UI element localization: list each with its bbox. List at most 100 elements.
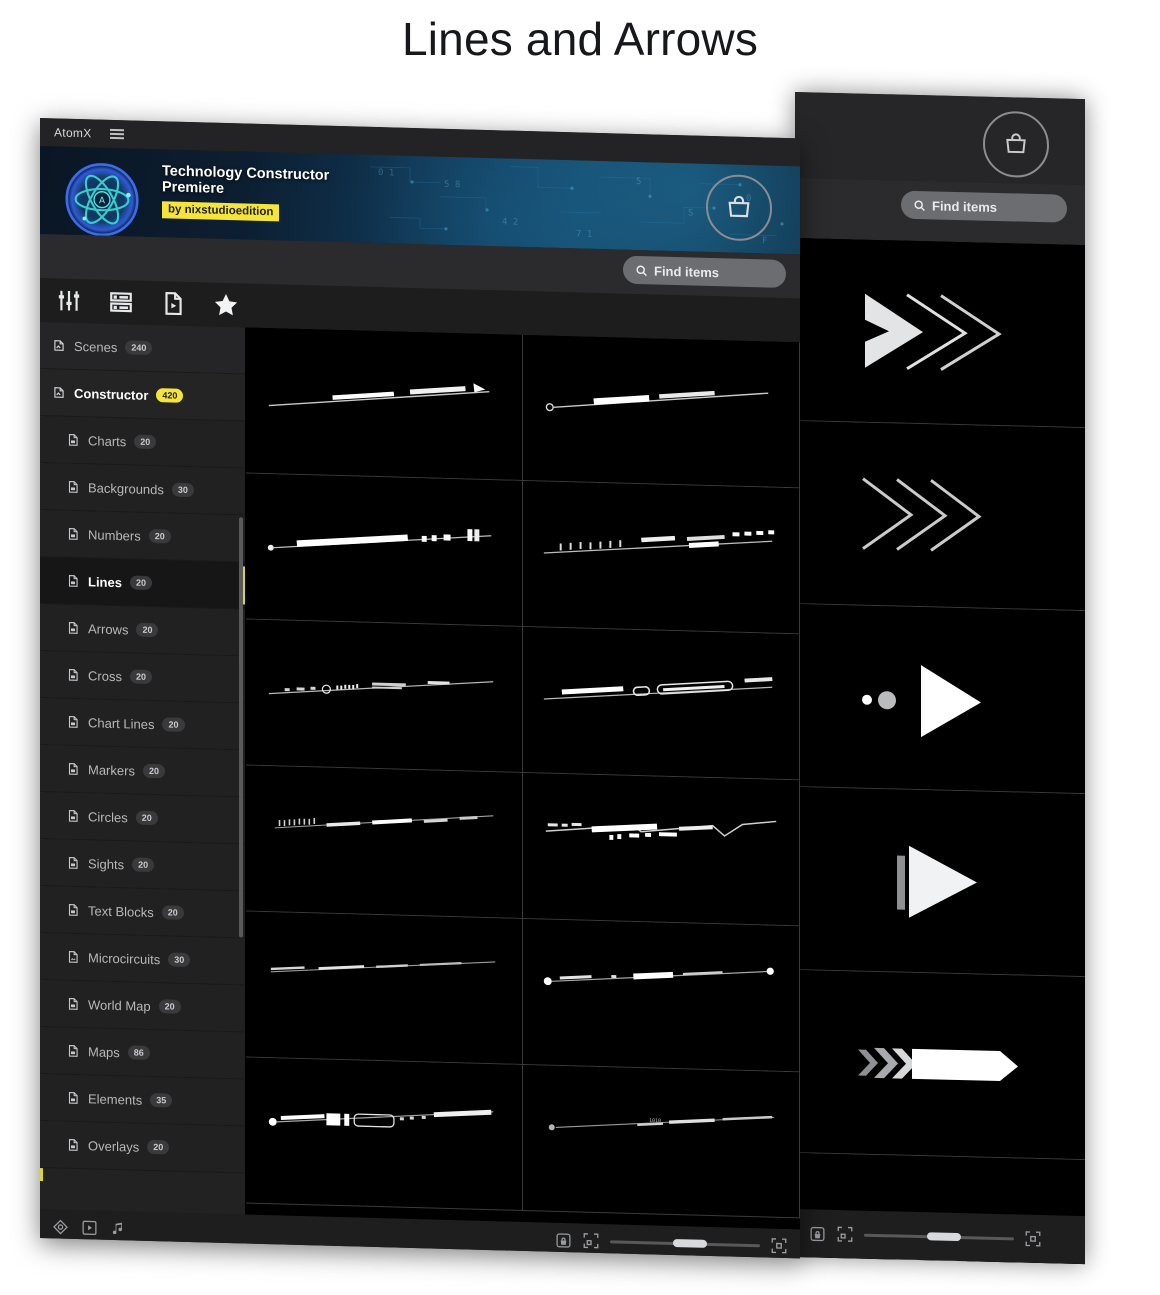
- sidebar-item-badge: 420: [156, 388, 184, 403]
- sidebar-item-label: Markers: [88, 761, 135, 779]
- grid-cell-line-preset-9[interactable]: [246, 911, 523, 1065]
- sidebar-item-backgrounds[interactable]: Backgrounds 30: [40, 463, 245, 516]
- svg-text:5: 5: [636, 177, 641, 187]
- shopping-bag-small-icon[interactable]: [809, 1225, 826, 1242]
- sidebar-item-elements[interactable]: Elements 35: [40, 1074, 245, 1127]
- star-icon[interactable]: [212, 291, 240, 320]
- sidebar-item-text-blocks[interactable]: Text Blocks 20: [40, 886, 245, 939]
- file-icon: [66, 997, 80, 1011]
- sidebar-item-label: Sights: [88, 855, 125, 872]
- music-note-icon[interactable]: [110, 1219, 127, 1236]
- grid-cell-line-preset-1[interactable]: [246, 327, 523, 481]
- thumbnail-line-hatch-left: [274, 815, 494, 829]
- thumbnail-size-slider[interactable]: [610, 1238, 760, 1248]
- layers-list-icon[interactable]: [108, 289, 134, 316]
- file-icon: [66, 715, 80, 729]
- sidebar-item-chart-lines[interactable]: Chart Lines 20: [40, 698, 245, 751]
- video-preview-icon[interactable]: [81, 1219, 98, 1236]
- sidebar-item-cross[interactable]: Cross 20: [40, 651, 245, 704]
- grid-cell-line-preset-3[interactable]: [246, 473, 523, 627]
- fit-frame-icon[interactable]: [836, 1225, 854, 1243]
- preview-cell-arrow-triple-outline-chevrons[interactable]: [795, 421, 1085, 612]
- sidebar-item-constructor[interactable]: Constructor 420: [40, 369, 245, 422]
- sidebar-item-arrows[interactable]: Arrows 20: [40, 604, 245, 657]
- sidebar-item-label: Numbers: [88, 526, 141, 544]
- file-icon: [66, 856, 80, 870]
- grid-cell-line-preset-4[interactable]: [523, 480, 800, 635]
- grid-cell-line-preset-10[interactable]: [523, 918, 800, 1073]
- fit-frame-icon[interactable]: [582, 1232, 600, 1250]
- expand-frame-icon[interactable]: [1024, 1230, 1042, 1248]
- sidebar-item-badge: 20: [142, 763, 165, 779]
- file-icon: [66, 762, 80, 776]
- preview-cell-arrow-feather-band[interactable]: [795, 970, 1085, 1161]
- sidebar-item-microcircuits[interactable]: Microcircuits 30: [40, 933, 245, 986]
- sidebar-item-charts[interactable]: Charts 20: [40, 416, 245, 469]
- preview-cell-arrow-play-dots[interactable]: [795, 604, 1085, 795]
- slider-knob[interactable]: [927, 1231, 961, 1241]
- shopping-bag-small-icon[interactable]: [555, 1231, 572, 1248]
- banner-text-block: Technology Constructor Premiere by nixst…: [162, 163, 372, 224]
- svg-text:S: S: [688, 208, 693, 218]
- file-icon: [66, 1044, 80, 1058]
- sidebar-item-label: Microcircuits: [88, 949, 161, 967]
- file-icon: [66, 574, 80, 588]
- grid-cell-line-preset-5[interactable]: [246, 619, 523, 773]
- sidebar-item-markers[interactable]: Markers 20: [40, 745, 245, 798]
- sidebar-item-world-map[interactable]: World Map 20: [40, 980, 245, 1033]
- sidebar-item-label: Cross: [88, 667, 122, 684]
- preview-grid: [795, 238, 1085, 1265]
- thumbnail-line-sparse: 1010: [548, 1115, 775, 1131]
- thumbnail-line-thick-blocks: [267, 529, 492, 551]
- file-icon: [66, 1138, 80, 1152]
- grid-cell-line-preset-7[interactable]: [246, 765, 523, 919]
- grid-cell-line-preset-6[interactable]: [523, 626, 800, 781]
- grid-cell-line-preset-12[interactable]: 1010: [523, 1064, 800, 1219]
- shopping-bag-icon[interactable]: [706, 173, 772, 242]
- svg-text:A: A: [99, 196, 105, 206]
- thumbnail-line-taper-tip: [268, 383, 490, 407]
- arrows-preview-panel: Find items: [795, 92, 1085, 1265]
- app-body: Scenes 240 Constructor 420 Charts 20 Backgr…: [40, 322, 800, 1230]
- sidebar-item-numbers[interactable]: Numbers 20: [40, 510, 245, 563]
- preview-panel-titlebar: [795, 92, 1085, 186]
- sidebar-item-badge: 35: [150, 1092, 173, 1108]
- svg-text:5 8: 5 8: [444, 180, 460, 190]
- category-sidebar: Scenes 240 Constructor 420 Charts 20 Backgr…: [40, 322, 246, 1215]
- sidebar-item-badge: 20: [162, 717, 185, 732]
- file-icon: [66, 1091, 80, 1105]
- search-input[interactable]: Find items: [901, 190, 1067, 223]
- svg-text:0 1: 0 1: [378, 168, 394, 178]
- sliders-icon[interactable]: [56, 287, 82, 314]
- thumbnail-line-thin-segments: [270, 961, 496, 973]
- grid-cell-line-preset-11[interactable]: [246, 1057, 523, 1211]
- file-video-icon[interactable]: [160, 290, 186, 317]
- preview-cell-arrow-solid-chevrons[interactable]: [795, 238, 1085, 429]
- svg-text:F: F: [762, 236, 767, 246]
- screenshot-stage: Find items AtomX 0 1 5 8 4 2 7 1 5 S 0 F…: [0, 0, 1160, 1295]
- sidebar-item-label: Elements: [88, 1090, 143, 1108]
- slider-knob[interactable]: [673, 1238, 707, 1248]
- sidebar-item-overlays[interactable]: Overlays 20: [40, 1121, 245, 1174]
- search-icon: [635, 263, 648, 276]
- sidebar-item-circles[interactable]: Circles 20: [40, 792, 245, 845]
- sidebar-item-badge: 30: [168, 952, 191, 968]
- transform-icon[interactable]: [52, 1218, 69, 1235]
- sidebar-item-badge: 20: [129, 575, 152, 591]
- grid-cell-line-preset-2[interactable]: [523, 334, 800, 489]
- sidebar-item-maps[interactable]: Maps 86: [40, 1027, 245, 1080]
- sidebar-item-lines[interactable]: Lines 20: [40, 557, 245, 610]
- thumbnail-size-slider[interactable]: [864, 1231, 1014, 1241]
- sidebar-item-badge: 30: [171, 482, 194, 498]
- sidebar-item-label: Lines: [88, 573, 122, 590]
- sidebar-item-label: Backgrounds: [88, 479, 164, 497]
- sidebar-item-sights[interactable]: Sights 20: [40, 839, 245, 892]
- sidebar-scrollbar[interactable]: [239, 517, 243, 938]
- expand-frame-icon[interactable]: [770, 1237, 788, 1255]
- sidebar-item-scenes[interactable]: Scenes 240: [40, 322, 245, 375]
- grid-cell-line-preset-8[interactable]: [523, 772, 800, 927]
- search-input[interactable]: Find items: [623, 255, 786, 288]
- preview-cell-arrow-play-bar[interactable]: [795, 787, 1085, 978]
- shopping-bag-icon[interactable]: [983, 110, 1049, 179]
- hamburger-icon[interactable]: [109, 128, 124, 140]
